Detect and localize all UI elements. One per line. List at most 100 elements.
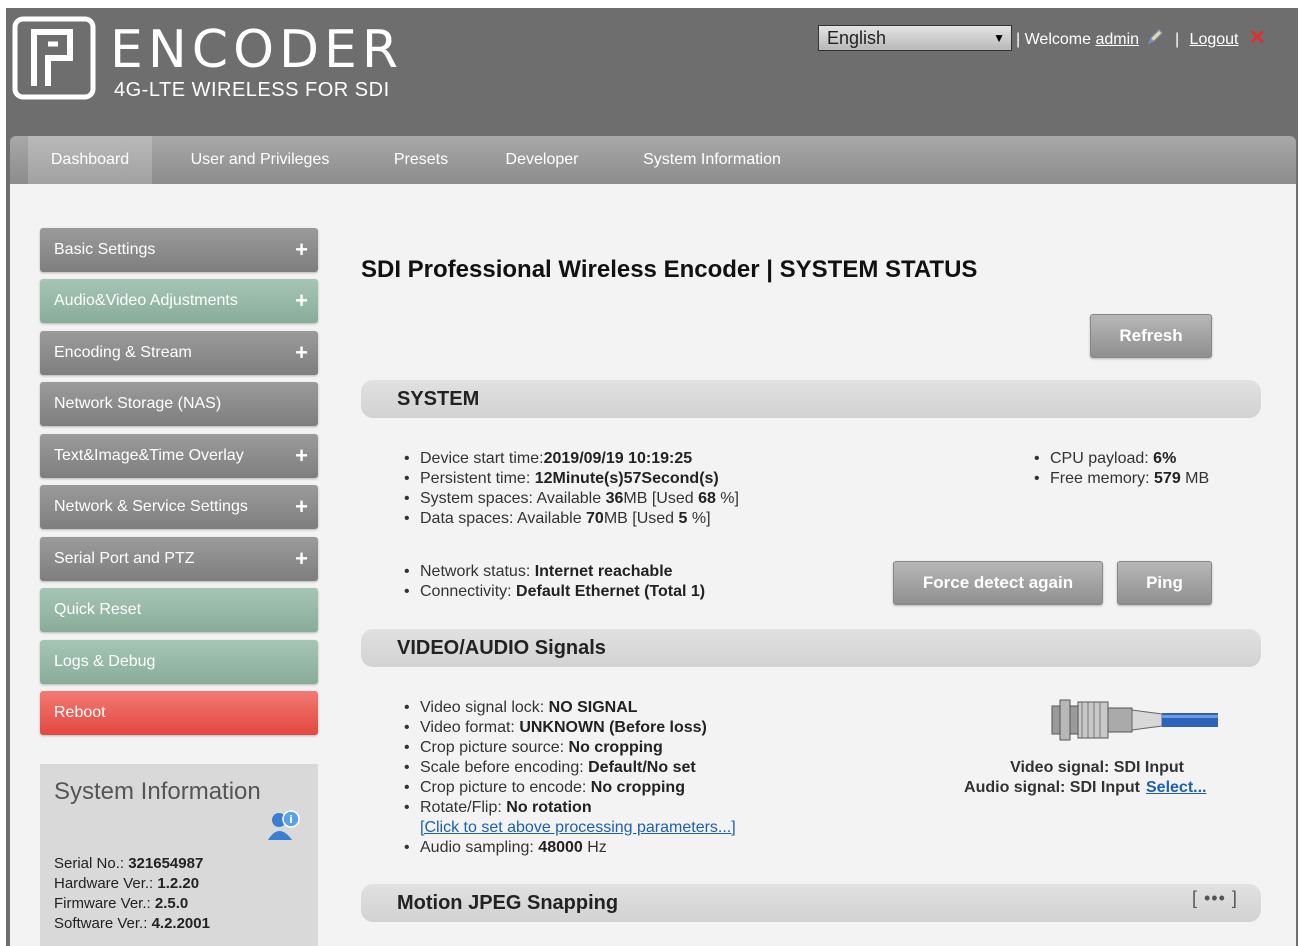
video-format-value: UNKNOWN (Before loss) [519,719,707,736]
tab-developer[interactable]: Developer [498,136,586,184]
crop-source-value: No cropping [568,739,663,756]
video-audio-list: Video signal lock: NO SIGNAL Video forma… [400,698,736,858]
language-select[interactable]: English ▼ [818,25,1012,51]
memory-value: 579 [1154,470,1181,487]
video-audio-section-header: VIDEO/AUDIO Signals [361,629,1261,667]
language-value: English [827,28,887,48]
list-item: Network status: Internet reachable [400,562,705,582]
separator: | [1174,31,1180,48]
network-status-label: Network status: [420,563,535,580]
list-item: Video signal lock: NO SIGNAL [400,698,736,718]
logo-title: ENCODER [110,20,404,80]
system-information-panel: System Information i Serial No.: 3216549… [40,764,318,946]
persistent-time-value: 12Minute(s)57Second(s) [534,470,719,487]
username-link[interactable]: admin [1095,31,1139,48]
logout-link[interactable]: Logout [1190,31,1239,48]
system-spaces-used: 68 [698,490,716,507]
crop-source-label: Crop picture source: [420,739,569,756]
sidebar-item-logs-debug[interactable]: Logs & Debug [40,640,318,684]
tab-dashboard[interactable]: Dashboard [28,136,152,184]
main-nav: Dashboard User and Privileges Presets De… [10,136,1296,184]
system-information-details: Serial No.: 321654987 Hardware Ver.: 1.2… [54,854,210,934]
mjpeg-section-header: Motion JPEG Snapping [361,884,1261,922]
list-item: Video format: UNKNOWN (Before loss) [400,718,736,738]
sidebar-item-basic-settings[interactable]: Basic Settings + [40,228,318,272]
dropdown-arrow-icon: ▼ [993,31,1005,45]
list-item: Audio sampling: 48000 Hz [400,838,736,858]
software-value: 4.2.2001 [151,915,210,932]
tab-presets[interactable]: Presets [386,136,456,184]
start-time-value: 2019/09/19 10:19:25 [543,450,693,467]
refresh-button[interactable]: Refresh [1090,314,1212,358]
video-format-label: Video format: [420,719,520,736]
video-signal-text: Video signal: SDI Input [1010,759,1184,776]
crop-encode-value: No cropping [590,779,685,796]
plus-icon: + [295,340,308,365]
sidebar-item-label: Network Storage (NAS) [54,395,222,412]
tab-user-and-privileges[interactable]: User and Privileges [180,136,340,184]
system-spaces-available: 36 [605,490,624,507]
firmware-value: 2.5.0 [154,895,189,912]
cpu-value: 6% [1153,450,1177,467]
rotate-label: Rotate/Flip: [420,799,507,816]
start-time-label: Device start time: [420,450,544,467]
plus-icon: + [295,546,308,571]
sidebar-item-network-storage[interactable]: Network Storage (NAS) [40,382,318,426]
hardware-value: 1.2.20 [157,875,200,892]
sdi-connector-icon [1051,699,1218,741]
cpu-label: CPU payload: [1050,450,1154,467]
sidebar-item-text-image-time-overlay[interactable]: Text&Image&Time Overlay + [40,434,318,478]
system-section-header: SYSTEM [361,380,1261,418]
sidebar-item-label: Serial Port and PTZ [54,550,195,567]
welcome-text: | Welcome [1016,31,1091,48]
logo-icon [12,16,96,100]
sidebar-item-network-service-settings[interactable]: Network & Service Settings + [40,485,318,529]
sidebar-item-quick-reset[interactable]: Quick Reset [40,588,318,632]
tab-system-information[interactable]: System Information [632,136,792,184]
app-window: ENCODER 4G-LTE WIRELESS FOR SDI English … [6,8,1298,946]
software-label: Software Ver.: [54,915,152,932]
signal-lock-label: Video signal lock: [420,699,549,716]
list-item: Free memory: 579 MB [1030,469,1209,489]
sidebar-item-label: Encoding & Stream [54,344,192,361]
hardware-label: Hardware Ver.: [54,875,158,892]
system-stats-list: Device start time:2019/09/19 10:19:25 Pe… [400,449,739,529]
persistent-time-label: Persistent time: [420,470,535,487]
audio-sampling-label: Audio sampling: [420,839,539,856]
sidebar-item-serial-port-ptz[interactable]: Serial Port and PTZ + [40,537,318,581]
system-information-title: System Information [54,778,261,805]
sidebar-item-label: Network & Service Settings [54,498,248,515]
system-spaces-unit: MB [Used [623,490,699,507]
plus-icon: + [295,237,308,262]
list-item: Scale before encoding: Default/No set [400,758,736,778]
close-icon[interactable]: ✕ [1249,27,1266,49]
list-item: Rotate/Flip: No rotation [400,798,736,818]
page-title: SDI Professional Wireless Encoder | SYST… [361,256,978,283]
list-item: System spaces: Available 36MB [Used 68 %… [400,489,739,509]
sidebar-item-audio-video-adjustments[interactable]: Audio&Video Adjustments + [40,279,318,323]
svg-text:i: i [289,813,293,826]
data-spaces-unit: MB [Used [603,510,679,527]
processing-parameters-link[interactable]: [Click to set above processing parameter… [420,819,736,836]
resource-stats-list: CPU payload: 6% Free memory: 579 MB [1030,449,1209,489]
list-item: Persistent time: 12Minute(s)57Second(s) [400,469,739,489]
serial-label: Serial No.: [54,855,129,872]
select-link-text[interactable]: Select... [1146,779,1206,796]
more-options-button[interactable]: [ ••• ] [1192,888,1238,909]
select-signal-link[interactable]: Select... [1146,778,1222,798]
sidebar-item-encoding-stream[interactable]: Encoding & Stream + [40,331,318,375]
edit-pencil-icon[interactable] [1146,28,1164,46]
plus-icon: + [295,443,308,468]
memory-unit: MB [1180,470,1210,487]
signal-lock-value: NO SIGNAL [548,699,638,716]
scale-value: Default/No set [588,759,696,776]
audio-sampling-unit: Hz [582,839,607,856]
data-spaces-available: 70 [586,510,604,527]
force-detect-button[interactable]: Force detect again [893,561,1103,605]
sidebar-item-reboot[interactable]: Reboot [40,691,318,735]
connectivity-value: Default Ethernet (Total 1) [516,583,706,600]
network-status-list: Network status: Internet reachable Conne… [400,562,705,602]
data-spaces-end: %] [687,510,711,527]
data-spaces-label: Data spaces: Available [420,510,587,527]
ping-button[interactable]: Ping [1117,561,1212,605]
